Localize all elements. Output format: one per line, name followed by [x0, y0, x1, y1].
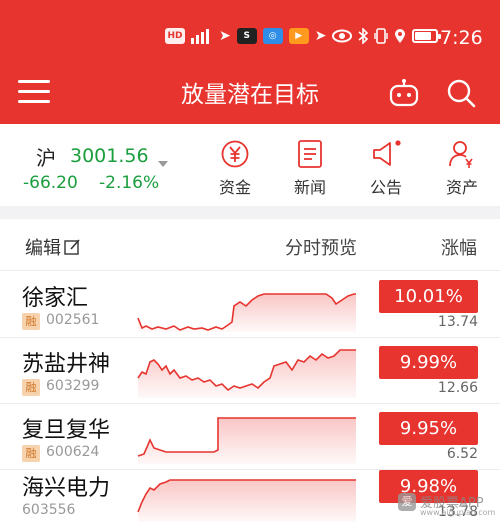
stock-code: 002561 — [46, 312, 100, 328]
index-name[interactable]: 沪 — [36, 142, 56, 171]
index-dropdown-icon[interactable] — [158, 161, 168, 167]
bluetooth-icon — [358, 28, 369, 44]
location-icon — [394, 28, 406, 44]
margin-badge: 融 — [22, 313, 40, 330]
stock-code: 603556 — [22, 502, 76, 518]
edit-icon — [64, 239, 80, 255]
intraday-sparkline — [137, 349, 356, 398]
app-sohu-icon: S — [236, 28, 257, 44]
watermark-url: www.aigupiao.com — [420, 508, 496, 517]
send-icon: ➤ — [314, 28, 327, 44]
search-icon[interactable] — [445, 77, 477, 109]
quick-action-label: 新闻 — [293, 178, 326, 197]
user-assets-icon — [432, 138, 492, 170]
divider — [0, 270, 500, 271]
edit-button[interactable]: 编辑 — [25, 234, 81, 260]
status-bar: HD ➤ S ◎ ▶ ➤ 7:26 — [0, 0, 500, 72]
stock-name: 苏盐井神 — [22, 352, 111, 377]
column-header-change[interactable]: 涨幅 — [441, 234, 477, 260]
quick-action-funds[interactable]: 资金 — [205, 138, 265, 198]
stock-name: 复旦复华 — [22, 418, 111, 443]
app-orange-icon: ▶ — [288, 28, 309, 44]
index-change-pct: -2.16% — [99, 173, 160, 193]
intraday-sparkline — [137, 417, 356, 464]
change-pct-badge: 9.99% — [379, 346, 478, 379]
watermark-logo-icon: 爱 — [398, 492, 416, 511]
stock-price: 6.52 — [446, 446, 478, 462]
stock-name: 徐家汇 — [22, 286, 89, 311]
margin-badge: 融 — [22, 379, 40, 396]
hd-icon: HD — [165, 28, 185, 44]
send-icon: ➤ — [219, 28, 231, 44]
status-icons: HD ➤ S ◎ ▶ ➤ — [165, 28, 442, 44]
quick-action-label: 公告 — [369, 178, 402, 197]
quick-action-announcements[interactable]: 公告 — [356, 138, 416, 198]
index-change: -66.20 — [23, 173, 78, 193]
intraday-sparkline — [137, 293, 356, 332]
stock-code: 600624 — [46, 444, 100, 460]
quick-action-label: 资产 — [445, 178, 478, 197]
quick-action-label: 资金 — [218, 178, 251, 197]
signal-5g-icon — [191, 28, 213, 44]
stock-row[interactable]: 复旦复华 融 600624 9.95% 6.52 — [0, 404, 500, 469]
eye-icon — [332, 28, 353, 44]
column-header-preview: 分时预览 — [285, 238, 357, 259]
page-title: 放量潜在目标 — [181, 82, 319, 108]
megaphone-icon — [356, 138, 416, 170]
quick-action-news[interactable]: 新闻 — [280, 138, 340, 198]
intraday-sparkline — [137, 479, 356, 522]
section-divider — [0, 206, 500, 219]
stock-name: 海兴电力 — [22, 476, 111, 501]
stock-code: 603299 — [46, 378, 100, 394]
app-blue-icon: ◎ — [262, 28, 283, 44]
stock-row[interactable]: 徐家汇 融 002561 10.01% 13.74 — [0, 272, 500, 337]
vibrate-icon — [374, 28, 389, 44]
stock-price: 12.66 — [437, 380, 478, 396]
robot-assistant-icon[interactable] — [388, 78, 420, 108]
stock-row[interactable]: 苏盐井神 融 603299 9.99% 12.66 — [0, 338, 500, 403]
margin-badge: 融 — [22, 445, 40, 462]
change-pct-badge: 9.95% — [379, 412, 478, 445]
quick-action-assets[interactable]: 资产 — [432, 138, 492, 198]
edit-label: 编辑 — [25, 238, 61, 259]
battery-icon — [412, 29, 442, 43]
yuan-icon — [205, 138, 265, 170]
index-value[interactable]: 3001.56 — [70, 145, 149, 167]
news-icon — [280, 138, 340, 170]
change-pct-badge: 10.01% — [379, 280, 478, 313]
clock: 7:26 — [440, 27, 483, 49]
stock-price: 13.74 — [437, 314, 478, 330]
